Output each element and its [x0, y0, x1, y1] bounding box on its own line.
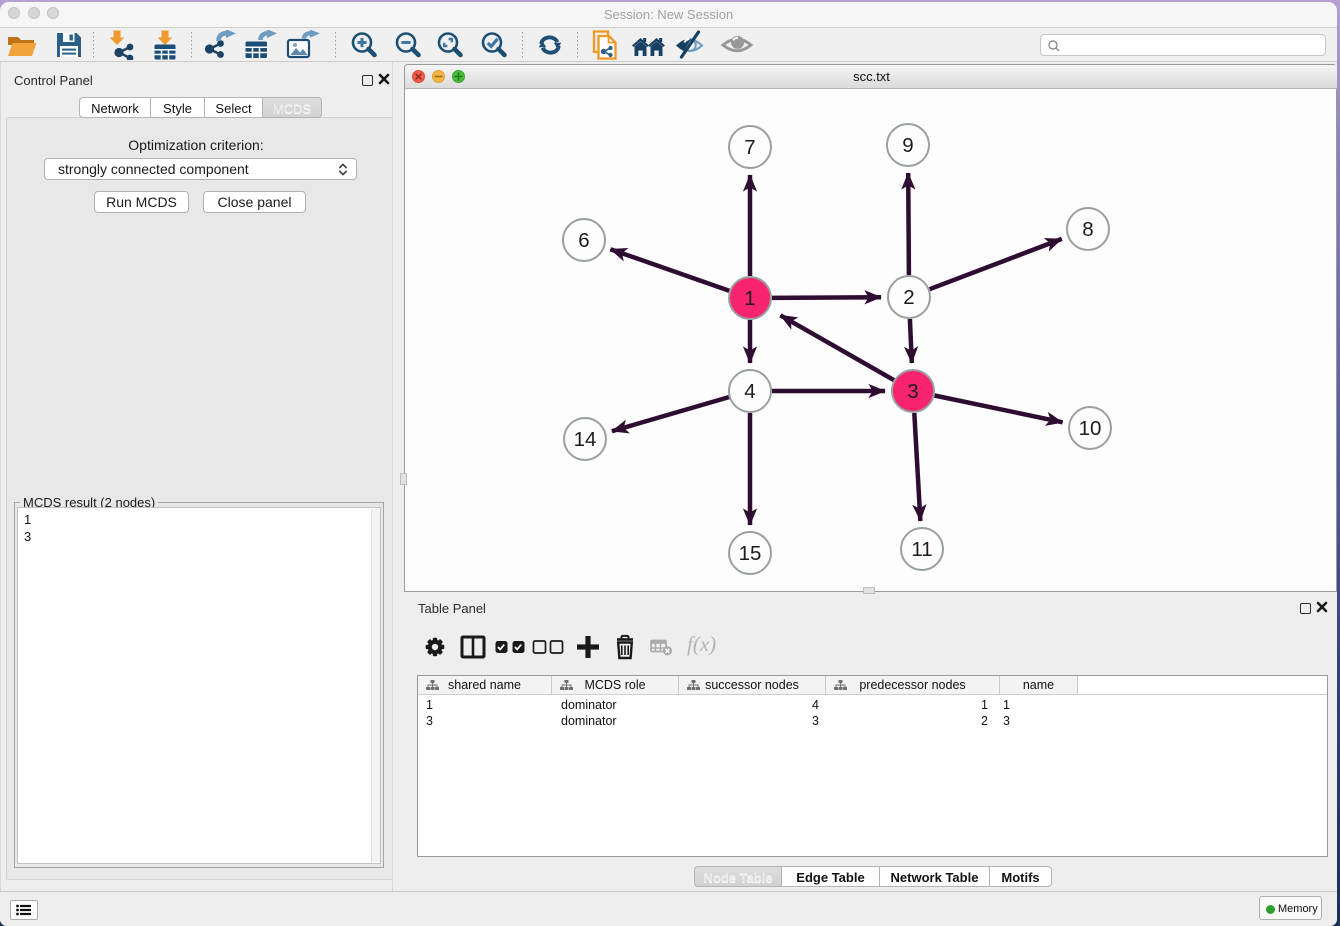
svg-text:8: 8	[1082, 218, 1093, 241]
svg-text:4: 4	[744, 380, 755, 403]
svg-text:11: 11	[911, 538, 932, 561]
svg-text:10: 10	[1079, 417, 1102, 440]
svg-text:1: 1	[744, 287, 755, 310]
svg-text:3: 3	[907, 380, 918, 403]
svg-text:2: 2	[903, 286, 914, 309]
svg-text:14: 14	[574, 428, 597, 451]
svg-text:15: 15	[739, 542, 762, 565]
svg-text:6: 6	[578, 229, 589, 252]
svg-text:9: 9	[902, 134, 913, 157]
svg-text:7: 7	[744, 136, 755, 159]
